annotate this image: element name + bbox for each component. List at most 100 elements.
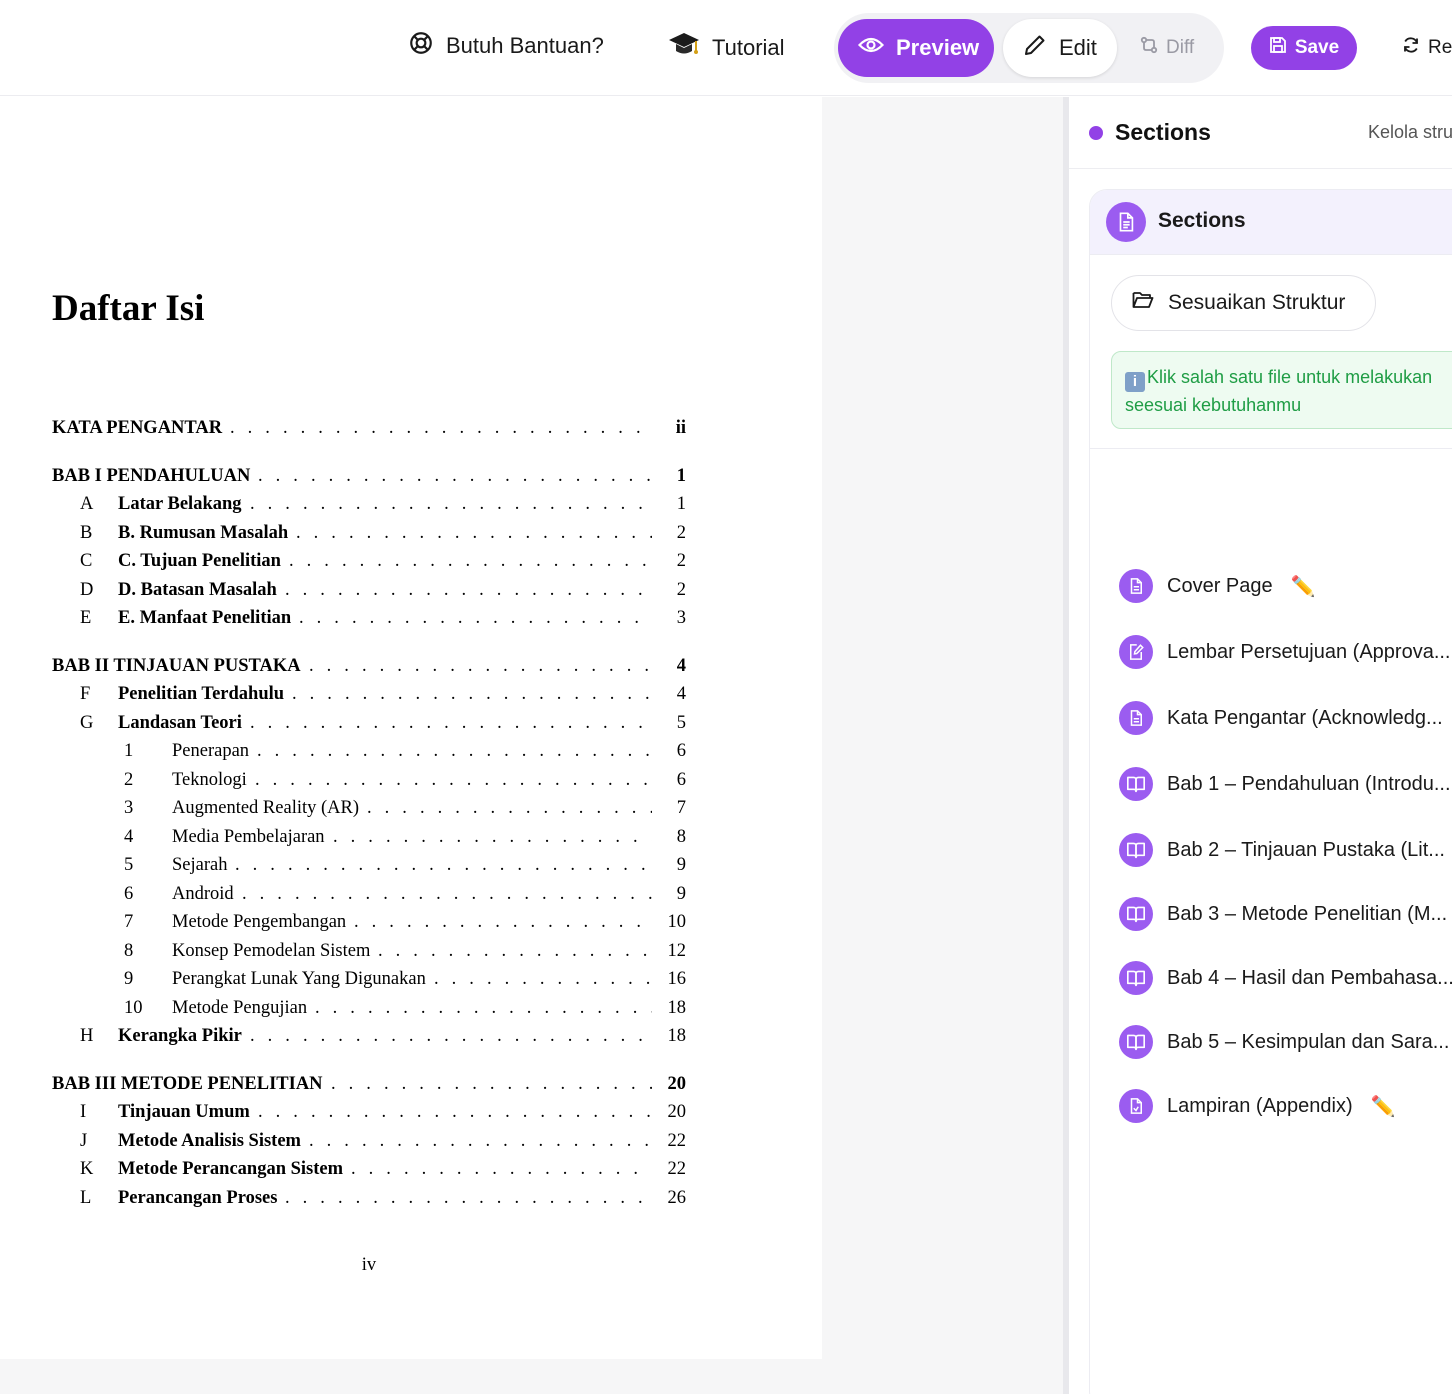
toc-entry-label: BAB III METODE PENELITIAN: [52, 1071, 327, 1097]
section-item[interactable]: Bab 2 – Tinjauan Pustaka (Lit...: [1119, 830, 1445, 870]
toc-entry-label: Metode Analisis Sistem: [118, 1128, 305, 1154]
toc-leader-dots: . . . . . . . . . . . . . . . . . . . . …: [354, 912, 652, 932]
toc-entry-label: Metode Perancangan Sistem: [118, 1156, 348, 1182]
toc-entry-page: 5: [676, 713, 686, 733]
document-preview-area[interactable]: Daftar Isi KATA PENGANTAR . . . . . . . .…: [0, 97, 1063, 1394]
toc-entry-page: 22: [667, 1159, 687, 1179]
toc-entry-number: 4: [124, 827, 134, 847]
section-item[interactable]: Cover Page ✏️: [1119, 566, 1316, 606]
section-item-label: Bab 4 – Hasil dan Pembahasa...: [1167, 966, 1452, 989]
toc-entry-label: Augmented Reality (AR): [172, 795, 364, 821]
toc-entry-page: 20: [667, 1102, 687, 1122]
toc-entry-page: 4: [676, 684, 686, 704]
toc-entry-page: 2: [676, 551, 686, 571]
toc-leader-dots: . . . . . . . . . . . . . . . . . . . . …: [255, 770, 652, 790]
toc-entry-label: Konsep Pemodelan Sistem: [172, 938, 375, 964]
info-icon: i: [1125, 372, 1145, 392]
page-title: Daftar Isi: [52, 288, 205, 329]
toc-entry-label: BAB I PENDAHULUAN: [52, 463, 255, 489]
toc-entry: 10 Metode Pengujian. . . . . . . . . . . …: [0, 995, 822, 1021]
save-label: Save: [1294, 37, 1340, 58]
toc-leader-dots: . . . . . . . . . . . . . . . . . . . . …: [258, 1102, 652, 1122]
section-item-label: Cover Page: [1167, 574, 1273, 597]
toc-leader-dots: . . . . . . . . . . . . . . . . . . . . …: [309, 1131, 652, 1151]
save-button[interactable]: Save: [1251, 26, 1357, 70]
section-item[interactable]: Bab 4 – Hasil dan Pembahasa...: [1119, 958, 1452, 998]
toc-entry-number: J: [80, 1131, 88, 1151]
info-hint: i Klik salah satu file untuk melakukan se…: [1111, 351, 1452, 429]
toc-entry: 3 Augmented Reality (AR). . . . . . . . .…: [0, 795, 822, 821]
view-mode-toggle: Preview Edit Diff: [834, 13, 1224, 83]
customize-structure-button[interactable]: Sesuaikan Struktur: [1111, 275, 1376, 331]
page-number: iv: [361, 1255, 377, 1275]
toc-leader-dots: . . . . . . . . . . . . . . . . . . . . …: [242, 884, 652, 904]
toc-leader-dots: . . . . . . . . . . . . . . . . . . . . …: [378, 941, 652, 961]
document-page: Daftar Isi KATA PENGANTAR . . . . . . . .…: [0, 97, 822, 1359]
document-icon: [1119, 701, 1153, 735]
toc-entry-number: 8: [124, 941, 134, 961]
panel-title: Sections: [1115, 119, 1211, 145]
section-item-label: Bab 3 – Metode Penelitian (M...: [1167, 902, 1448, 925]
toc-entry: D D. Batasan Masalah. . . . . . . . . . .…: [0, 577, 822, 603]
toc-entry: BAB III METODE PENELITIAN. . . . . . . .…: [0, 1071, 822, 1097]
toc-leader-dots: . . . . . . . . . . . . . . . . . . . . …: [309, 656, 652, 676]
section-item[interactable]: Bab 1 – Pendahuluan (Introdu...: [1119, 764, 1451, 804]
toc-entry: L Perancangan Proses. . . . . . . . . . .…: [0, 1185, 822, 1211]
toc-entry: BAB I PENDAHULUAN. . . . . . . . . . . .…: [0, 463, 822, 489]
toc-leader-dots: . . . . . . . . . . . . . . . . . . . . …: [250, 494, 652, 514]
book-icon: [1119, 897, 1153, 931]
section-item[interactable]: Kata Pengantar (Acknowledg...: [1119, 698, 1443, 738]
toc-leader-dots: . . . . . . . . . . . . . . . . . . . . …: [258, 466, 652, 486]
toc-entry-number: 3: [124, 798, 134, 818]
toc-entry-number: C: [80, 551, 93, 571]
diff-tab[interactable]: Diff: [1130, 19, 1220, 77]
toc-entry-label: D. Batasan Masalah: [118, 577, 281, 603]
top-toolbar: Butuh Bantuan? Tutorial Preview Edit Dif…: [0, 0, 1452, 96]
book-icon: [1119, 767, 1153, 801]
tutorial-button[interactable]: Tutorial: [668, 30, 785, 66]
toc-entry-label: Perancangan Proses: [118, 1185, 282, 1211]
toc-entry-label: Sejarah: [172, 852, 232, 878]
toc-entry: C C. Tujuan Penelitian. . . . . . . . . .…: [0, 548, 822, 574]
toc-leader-dots: . . . . . . . . . . . . . . . . . . . . …: [367, 798, 652, 818]
toc-entry: BAB II TINJAUAN PUSTAKA. . . . . . . . .…: [0, 653, 822, 679]
toc-entry-number: G: [80, 713, 94, 733]
toc-entry-page: ii: [675, 418, 686, 438]
pencil-icon: ✏️: [1290, 575, 1316, 598]
toc-entry-number: 9: [124, 969, 134, 989]
section-item[interactable]: Lembar Persetujuan (Approva...: [1119, 632, 1451, 672]
toc-entry-page: 6: [676, 770, 686, 790]
section-item-label: Bab 1 – Pendahuluan (Introdu...: [1167, 772, 1451, 795]
diff-label: Diff: [1166, 37, 1195, 58]
section-item[interactable]: Bab 3 – Metode Penelitian (M...: [1119, 894, 1447, 934]
toc-entry-label: B. Rumusan Masalah: [118, 520, 293, 546]
toc-entry-page: 12: [667, 941, 687, 961]
toc-entry-label: Landasan Teori: [118, 710, 246, 736]
section-item[interactable]: Bab 5 – Kesimpulan dan Sara...: [1119, 1022, 1449, 1062]
toc-leader-dots: . . . . . . . . . . . . . . . . . . . . …: [292, 684, 652, 704]
toc-entry-label: Kerangka Pikir: [118, 1023, 246, 1049]
toc-entry: 8 Konsep Pemodelan Sistem. . . . . . . . …: [0, 938, 822, 964]
toc-leader-dots: . . . . . . . . . . . . . . . . . . . . …: [257, 741, 652, 761]
toc-leader-dots: . . . . . . . . . . . . . . . . . . . . …: [296, 523, 652, 543]
section-item[interactable]: Lampiran (Appendix) ✏️: [1119, 1086, 1396, 1126]
toc-entry-label: Penerapan: [172, 738, 254, 764]
divider: [1090, 448, 1452, 449]
toc-entry-label: KATA PENGANTAR: [52, 415, 227, 441]
toc-entry-page: 20: [667, 1074, 687, 1094]
document-icon: [1106, 202, 1146, 242]
refresh-icon: [1402, 36, 1420, 60]
graduation-cap-icon: [668, 30, 700, 66]
edit-label: Edit: [1059, 35, 1097, 60]
toc-entry-number: 2: [124, 770, 134, 790]
toc-entry-label: E. Manfaat Penelitian: [118, 605, 296, 631]
toc-leader-dots: . . . . . . . . . . . . . . . . . . . . …: [315, 998, 652, 1018]
toc-entry-page: 1: [676, 466, 686, 486]
preview-tab[interactable]: Preview: [838, 19, 994, 77]
refresh-button[interactable]: Ref: [1402, 36, 1452, 60]
toc-entry-page: 2: [676, 523, 686, 543]
edit-tab[interactable]: Edit: [1003, 19, 1117, 77]
toc-leader-dots: . . . . . . . . . . . . . . . . . . . . …: [333, 827, 652, 847]
sections-panel: Sections Kelola stru Sections Sesuaikan …: [1069, 97, 1452, 1394]
help-button[interactable]: Butuh Bantuan?: [408, 30, 604, 62]
